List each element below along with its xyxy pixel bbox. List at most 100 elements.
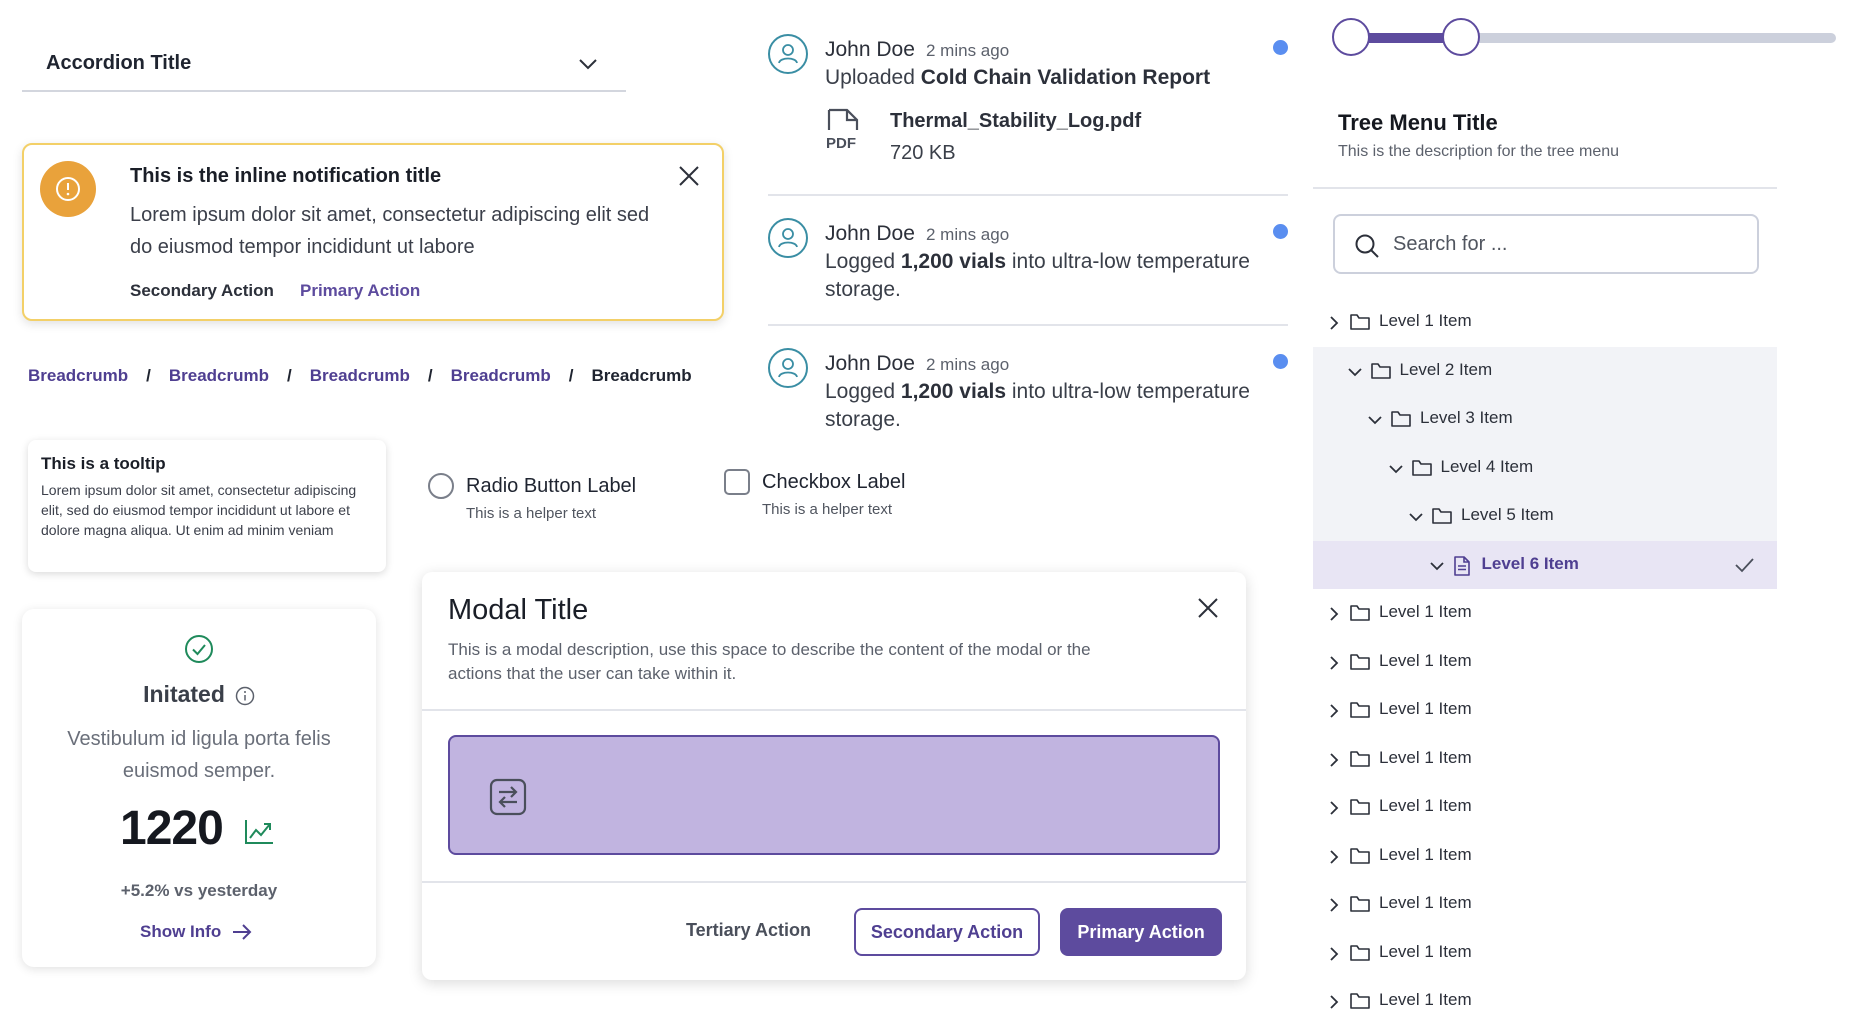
tree-node-label: Level 3 Item bbox=[1420, 408, 1513, 427]
tree-node[interactable]: Level 1 Item bbox=[1313, 686, 1777, 735]
chevron-right-icon[interactable] bbox=[1325, 751, 1343, 769]
tree-node[interactable]: Level 1 Item bbox=[1313, 832, 1777, 881]
pdf-icon: PDF bbox=[825, 108, 865, 150]
activity-text: Logged 1,200 vials into ultra-low temper… bbox=[825, 378, 1275, 434]
breadcrumb-item[interactable]: Breadcrumb bbox=[169, 366, 269, 386]
chevron-right-icon[interactable] bbox=[1325, 945, 1343, 963]
arrow-right-icon bbox=[231, 923, 253, 941]
inline-notification: This is the inline notification title Lo… bbox=[22, 143, 724, 321]
chevron-down-icon[interactable] bbox=[576, 52, 600, 76]
chevron-right-icon[interactable] bbox=[1325, 848, 1343, 866]
close-icon[interactable] bbox=[676, 163, 702, 189]
swap-icon bbox=[488, 777, 528, 817]
tree-description: This is the description for the tree men… bbox=[1338, 143, 1620, 160]
notification-body: Lorem ipsum dolor sit amet, consectetur … bbox=[130, 204, 650, 258]
breadcrumb-item[interactable]: Breadcrumb bbox=[451, 366, 551, 386]
checkbox-helper-text: This is a helper text bbox=[762, 501, 893, 518]
tree-node[interactable]: Level 4 Item bbox=[1313, 443, 1777, 492]
breadcrumb-separator: / bbox=[568, 366, 574, 385]
chevron-down-icon[interactable] bbox=[1346, 363, 1364, 381]
breadcrumb-separator: / bbox=[287, 366, 292, 385]
modal-primary-button[interactable]: Primary Action bbox=[1060, 908, 1222, 956]
activity-subject: 1,200 vials bbox=[900, 380, 1007, 403]
svg-text:PDF: PDF bbox=[826, 135, 856, 150]
activity-action: Uploaded bbox=[825, 66, 915, 89]
check-icon bbox=[1733, 555, 1755, 575]
radio-helper-text: This is a helper text bbox=[466, 505, 597, 522]
tree-node-label: Level 1 Item bbox=[1379, 699, 1472, 718]
close-icon[interactable] bbox=[1196, 596, 1220, 620]
tree-node[interactable]: Level 1 Item bbox=[1313, 977, 1777, 1026]
activity-subject: 1,200 vials bbox=[900, 250, 1007, 273]
tree-node[interactable]: Level 1 Item bbox=[1313, 298, 1777, 347]
chevron-right-icon[interactable] bbox=[1325, 605, 1343, 623]
checkbox-box[interactable] bbox=[724, 469, 750, 495]
modal-tertiary-button[interactable]: Tertiary Action bbox=[686, 920, 811, 941]
chevron-right-icon[interactable] bbox=[1325, 314, 1343, 332]
activity-time: 2 mins ago bbox=[926, 225, 1010, 244]
tree-node-label: Level 1 Item bbox=[1379, 796, 1472, 815]
tree-node[interactable]: Level 6 Item bbox=[1313, 540, 1777, 589]
tree-node[interactable]: Level 1 Item bbox=[1313, 589, 1777, 638]
check-circle-icon bbox=[183, 633, 215, 665]
user-avatar-icon bbox=[768, 218, 808, 258]
radio-label: Radio Button Label bbox=[466, 475, 637, 497]
chevron-down-icon[interactable] bbox=[1407, 508, 1425, 526]
accordion-header[interactable]: Accordion Title bbox=[22, 40, 626, 92]
chevron-down-icon[interactable] bbox=[1366, 411, 1384, 429]
tree-node[interactable]: Level 5 Item bbox=[1313, 492, 1777, 541]
attachment-size: 720 KB bbox=[890, 142, 956, 164]
folder-icon bbox=[1349, 312, 1371, 332]
activity-action: Logged bbox=[825, 250, 896, 273]
notification-secondary-action[interactable]: Secondary Action bbox=[130, 281, 274, 301]
tree-node[interactable]: Level 3 Item bbox=[1313, 395, 1777, 444]
folder-icon bbox=[1349, 943, 1371, 963]
chevron-right-icon[interactable] bbox=[1325, 654, 1343, 672]
slider-thumb-high[interactable] bbox=[1442, 18, 1480, 56]
tree-node-label: Level 1 Item bbox=[1379, 941, 1472, 961]
notification-primary-action[interactable]: Primary Action bbox=[300, 281, 420, 301]
tree-node[interactable]: Level 2 Item bbox=[1313, 346, 1777, 395]
tree-node[interactable]: Level 1 Item bbox=[1313, 929, 1777, 978]
tree-node-label: Level 1 Item bbox=[1379, 311, 1472, 330]
unread-indicator bbox=[1273, 354, 1288, 369]
attachment-name[interactable]: Thermal_Stability_Log.pdf bbox=[890, 110, 1141, 133]
tree-search[interactable] bbox=[1333, 214, 1759, 274]
tree-node-label: Level 1 Item bbox=[1379, 747, 1472, 767]
activity-user: John Doe bbox=[825, 38, 915, 61]
radio-circle[interactable] bbox=[428, 473, 454, 499]
tree-node-label: Level 5 Item bbox=[1461, 505, 1554, 524]
breadcrumb-separator: / bbox=[146, 366, 151, 385]
show-info-link[interactable]: Show Info bbox=[140, 922, 253, 942]
chevron-down-icon[interactable] bbox=[1428, 557, 1446, 575]
stat-card: Initated Vestibulum id ligula porta feli… bbox=[22, 609, 376, 967]
slider-thumb-low[interactable] bbox=[1332, 18, 1370, 56]
breadcrumb-item[interactable]: Breadcrumb bbox=[310, 366, 410, 386]
folder-icon bbox=[1390, 409, 1412, 429]
activity-time: 2 mins ago bbox=[926, 355, 1010, 374]
range-slider[interactable] bbox=[1332, 18, 1836, 56]
activity-subject: Cold Chain Validation Report bbox=[920, 66, 1211, 89]
checkbox-label: Checkbox Label bbox=[762, 471, 906, 493]
modal-content-slot bbox=[448, 735, 1220, 855]
tree-node[interactable]: Level 1 Item bbox=[1313, 735, 1777, 784]
breadcrumb-item[interactable]: Breadcrumb bbox=[28, 366, 128, 386]
modal-secondary-button[interactable]: Secondary Action bbox=[854, 908, 1040, 956]
tree-node[interactable]: Level 1 Item bbox=[1313, 638, 1777, 687]
folder-icon bbox=[1349, 797, 1371, 817]
folder-icon bbox=[1431, 506, 1453, 526]
chevron-right-icon[interactable] bbox=[1325, 799, 1343, 817]
tooltip-title: This is a tooltip bbox=[41, 454, 166, 473]
chevron-right-icon[interactable] bbox=[1325, 702, 1343, 720]
activity-item: John Doe 2 mins ago Logged 1,200 vials i… bbox=[768, 218, 1288, 301]
tree-node[interactable]: Level 1 Item bbox=[1313, 880, 1777, 929]
tree-node[interactable]: Level 1 Item bbox=[1313, 783, 1777, 832]
search-input[interactable] bbox=[1393, 229, 1743, 259]
chevron-down-icon[interactable] bbox=[1387, 460, 1405, 478]
file-icon bbox=[1452, 555, 1472, 577]
info-icon[interactable] bbox=[235, 686, 255, 706]
chevron-right-icon[interactable] bbox=[1325, 896, 1343, 914]
tree-title: Tree Menu Title bbox=[1338, 110, 1498, 135]
user-avatar-icon bbox=[768, 34, 808, 74]
chevron-right-icon[interactable] bbox=[1325, 993, 1343, 1011]
